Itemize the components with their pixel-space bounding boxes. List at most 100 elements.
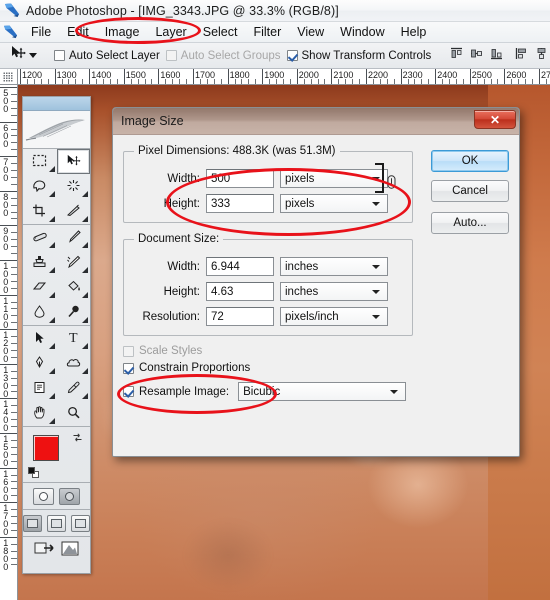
ruler-minor-tick: [11, 287, 17, 289]
pixel-height-unit-select[interactable]: pixels: [280, 194, 388, 213]
healing-brush-tool-icon: [32, 230, 48, 245]
chevron-down-icon[interactable]: [29, 53, 37, 58]
ruler-minor-tick: [11, 543, 17, 545]
paint-bucket-tool[interactable]: [57, 275, 91, 300]
image-size-dialog: Image Size ✕ Pixel Dimensions: 488.3K (w…: [112, 107, 520, 457]
full-screen-icon[interactable]: [71, 514, 90, 532]
menu-item-view[interactable]: View: [289, 23, 332, 41]
move-tool[interactable]: [56, 149, 90, 174]
ruler-minor-tick: [11, 384, 17, 386]
clone-stamp-tool[interactable]: [23, 250, 57, 275]
ok-button[interactable]: OK: [431, 150, 509, 172]
standard-mask-mode-icon[interactable]: [33, 487, 54, 505]
quick-mask-mode-icon[interactable]: [59, 487, 80, 505]
active-tool-picker[interactable]: [5, 45, 41, 66]
standard-screen-mode-icon[interactable]: [23, 514, 42, 532]
ruler-minor-tick: [11, 204, 17, 206]
ruler-major-tick: [193, 69, 194, 84]
eyedropper-tool[interactable]: [57, 376, 91, 401]
close-icon[interactable]: ✕: [474, 110, 516, 129]
constrain-proportions-checkbox[interactable]: Constrain Proportions: [123, 362, 509, 374]
dialog-buttons: OK Cancel Auto...: [431, 150, 509, 242]
ruler-minor-tick: [11, 176, 17, 178]
cancel-button[interactable]: Cancel: [431, 180, 509, 202]
horizontal-ruler[interactable]: 1200 1300 1400 1500 1600 1700 1800 1900 2000 2100…: [18, 69, 550, 85]
checkbox-box[interactable]: [123, 386, 134, 397]
chevron-down-icon: [390, 389, 399, 394]
menu-item-edit[interactable]: Edit: [59, 23, 97, 41]
hand-tool-icon: [33, 406, 47, 421]
align-bottom-edges-icon[interactable]: [490, 47, 503, 65]
pixel-width-input[interactable]: 500: [206, 169, 274, 188]
doc-height-unit-select[interactable]: inches: [280, 282, 388, 301]
default-colors-icon[interactable]: [28, 467, 39, 478]
path-selection-tool[interactable]: [23, 326, 57, 351]
ruler-minor-tick: [11, 114, 17, 116]
pixel-height-input[interactable]: 333: [206, 194, 274, 213]
align-top-edges-icon[interactable]: [450, 47, 463, 65]
jump-to-imageready-icon[interactable]: [34, 540, 55, 562]
menu-item-help[interactable]: Help: [393, 23, 435, 41]
type-tool[interactable]: T: [57, 326, 91, 351]
full-screen-menubar-icon[interactable]: [47, 514, 66, 532]
notes-tool[interactable]: [23, 376, 57, 401]
menu-item-filter[interactable]: Filter: [245, 23, 289, 41]
auto-select-layer-checkbox[interactable]: Auto Select Layer: [51, 50, 163, 62]
doc-width-unit-value: inches: [285, 260, 319, 273]
menu-item-file[interactable]: File: [23, 23, 59, 41]
auto-button[interactable]: Auto...: [431, 212, 509, 234]
ruler-minor-tick: [11, 481, 17, 483]
resample-method-select[interactable]: Bicubic: [238, 382, 407, 401]
doc-height-input[interactable]: 4.63: [206, 282, 274, 301]
ruler-origin-corner[interactable]: [0, 69, 18, 85]
history-brush-tool[interactable]: [57, 250, 91, 275]
ruler-minor-tick: [11, 419, 17, 421]
doc-resolution-input[interactable]: 72: [206, 307, 274, 326]
hand-tool[interactable]: [23, 401, 57, 426]
vertical-ruler[interactable]: 5006007008009001000110012001300140015001…: [0, 85, 18, 600]
ruler-label: 1700: [3, 503, 8, 538]
healing-brush-tool[interactable]: [23, 225, 57, 250]
show-transform-controls-checkbox[interactable]: Show Transform Controls: [284, 50, 435, 62]
doc-resolution-unit-select[interactable]: pixels/inch: [280, 307, 388, 326]
ruler-label: 700: [3, 157, 8, 184]
pixel-height-label: Height:: [163, 197, 200, 210]
eraser-tool[interactable]: [23, 275, 57, 300]
foreground-color-swatch[interactable]: [33, 435, 59, 461]
magic-wand-tool[interactable]: [57, 174, 91, 199]
resample-image-row: Resample Image: Bicubic: [123, 382, 509, 401]
menu-item-image[interactable]: Image: [97, 23, 148, 41]
ruler-minor-tick: [11, 218, 17, 220]
edit-in-imageready-icon[interactable]: [61, 540, 80, 562]
photoshop-document-icon: [3, 25, 18, 39]
crop-tool[interactable]: [23, 199, 57, 224]
show-transform-controls-label: Show Transform Controls: [301, 49, 432, 62]
tools-palette-drag-handle[interactable]: [23, 97, 90, 111]
swap-colors-icon[interactable]: [72, 432, 83, 446]
dodge-tool[interactable]: [57, 300, 91, 325]
menu-item-window[interactable]: Window: [332, 23, 392, 41]
lasso-tool[interactable]: [23, 174, 57, 199]
tool-group-selection: [23, 149, 90, 225]
ruler-minor-tick: [11, 343, 17, 345]
pixel-width-unit-select[interactable]: pixels: [280, 169, 388, 188]
marquee-tool[interactable]: [23, 149, 57, 174]
ruler-minor-tick: [11, 391, 17, 393]
ruler-minor-tick: [11, 412, 17, 414]
blur-tool[interactable]: [23, 300, 57, 325]
pen-tool[interactable]: [23, 351, 57, 376]
menu-item-select[interactable]: Select: [195, 23, 246, 41]
custom-shape-tool[interactable]: [57, 351, 91, 376]
dialog-titlebar[interactable]: Image Size ✕: [113, 108, 519, 135]
align-horizontal-centers-icon[interactable]: [535, 47, 548, 65]
doc-width-input[interactable]: 6.944: [206, 257, 274, 276]
slice-tool[interactable]: [57, 199, 91, 224]
brush-tool[interactable]: [57, 225, 91, 250]
ruler-label: 800: [3, 191, 8, 218]
menu-item-layer[interactable]: Layer: [147, 23, 194, 41]
doc-width-unit-select[interactable]: inches: [280, 257, 388, 276]
zoom-tool[interactable]: [57, 401, 91, 426]
chevron-down-icon: [372, 201, 380, 206]
align-vertical-centers-icon[interactable]: [470, 47, 483, 65]
align-left-edges-icon[interactable]: [515, 47, 528, 65]
